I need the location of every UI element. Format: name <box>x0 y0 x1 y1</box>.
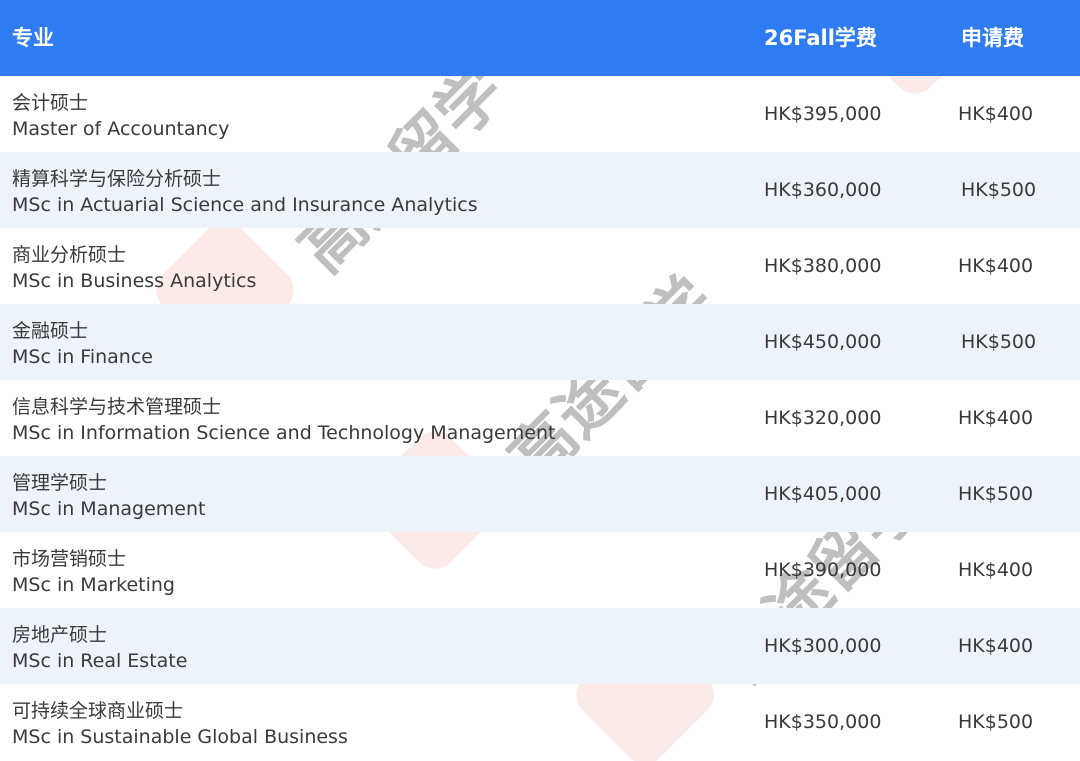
fee-value: HK$400 <box>958 407 1034 429</box>
fee-table: 高途留学 高途留学 高途留学 专业 26Fall学费 申请费 会计硕士 Mast… <box>0 0 1080 761</box>
fee-value: HK$400 <box>958 103 1034 125</box>
table-row: 市场营销硕士 MSc in Marketing HK$390,000 HK$40… <box>0 532 1080 608</box>
table-row: 房地产硕士 MSc in Real Estate HK$300,000 HK$4… <box>0 608 1080 684</box>
program-name-en: MSc in Information Science and Technolog… <box>12 422 556 444</box>
fee-value: HK$500 <box>961 179 1037 201</box>
program-name-en: MSc in Marketing <box>12 574 175 596</box>
tuition-value: HK$390,000 <box>764 559 882 581</box>
table-row: 金融硕士 MSc in Finance HK$450,000 HK$500 <box>0 304 1080 380</box>
fee-value: HK$500 <box>961 331 1037 353</box>
fee-value: HK$500 <box>958 711 1034 733</box>
table-row: 信息科学与技术管理硕士 MSc in Information Science a… <box>0 380 1080 456</box>
tuition-value: HK$380,000 <box>764 255 882 277</box>
program-name-cn: 市场营销硕士 <box>12 548 127 570</box>
tuition-value: HK$360,000 <box>764 179 882 201</box>
program-name-cn: 会计硕士 <box>12 92 89 114</box>
table-row: 商业分析硕士 MSc in Business Analytics HK$380,… <box>0 228 1080 304</box>
header-application-fee: 申请费 <box>961 26 1024 50</box>
tuition-value: HK$320,000 <box>764 407 882 429</box>
tuition-value: HK$395,000 <box>764 103 882 125</box>
program-name-en: MSc in Sustainable Global Business <box>12 726 348 748</box>
program-name-cn: 金融硕士 <box>12 320 89 342</box>
fee-value: HK$400 <box>958 255 1034 277</box>
header-tuition: 26Fall学费 <box>764 26 877 50</box>
fee-value: HK$400 <box>958 635 1034 657</box>
program-name-en: MSc in Finance <box>12 346 153 368</box>
program-name-cn: 管理学硕士 <box>12 472 108 494</box>
program-name-cn: 精算科学与保险分析硕士 <box>12 168 222 190</box>
program-name-cn: 商业分析硕士 <box>12 244 127 266</box>
program-name-cn: 信息科学与技术管理硕士 <box>12 396 222 418</box>
program-name-cn: 房地产硕士 <box>12 624 108 646</box>
fee-value: HK$500 <box>958 483 1034 505</box>
program-name-cn: 可持续全球商业硕士 <box>12 700 184 722</box>
program-name-en: MSc in Management <box>12 498 206 520</box>
table-row: 可持续全球商业硕士 MSc in Sustainable Global Busi… <box>0 684 1080 761</box>
table-row: 会计硕士 Master of Accountancy HK$395,000 HK… <box>0 76 1080 152</box>
tuition-value: HK$450,000 <box>764 331 882 353</box>
header-major: 专业 <box>12 26 54 50</box>
table-row: 精算科学与保险分析硕士 MSc in Actuarial Science and… <box>0 152 1080 228</box>
table-row: 管理学硕士 MSc in Management HK$405,000 HK$50… <box>0 456 1080 532</box>
program-name-en: Master of Accountancy <box>12 118 230 140</box>
table-header: 专业 26Fall学费 申请费 <box>0 0 1080 76</box>
fee-value: HK$400 <box>958 559 1034 581</box>
program-name-en: MSc in Business Analytics <box>12 270 257 292</box>
program-name-en: MSc in Real Estate <box>12 650 188 672</box>
tuition-value: HK$350,000 <box>764 711 882 733</box>
tuition-value: HK$405,000 <box>764 483 882 505</box>
tuition-value: HK$300,000 <box>764 635 882 657</box>
program-name-en: MSc in Actuarial Science and Insurance A… <box>12 194 478 216</box>
